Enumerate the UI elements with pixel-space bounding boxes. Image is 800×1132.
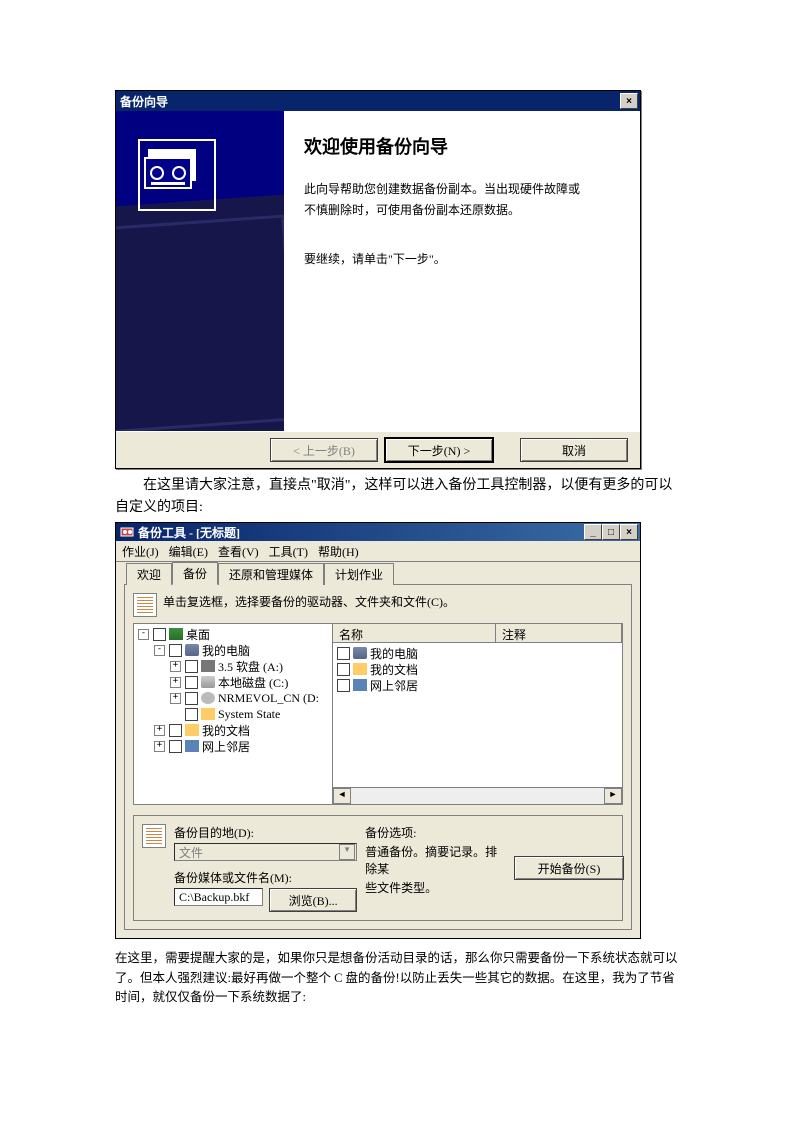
tree-network[interactable]: 网上邻居 <box>202 738 250 755</box>
wizard-title: 备份向导 <box>120 93 168 110</box>
tool-title: 备份工具 - [无标题] <box>138 524 240 541</box>
body-paragraph-2: 在这里，需要提醒大家的是，如果你只是想备份活动目录的话，那么你只需要备份一下系统… <box>115 949 685 1007</box>
wizard-sidebar-graphic <box>116 111 284 431</box>
floppy-icon <box>201 660 215 672</box>
tab-restore[interactable]: 还原和管理媒体 <box>218 563 324 585</box>
documents-icon <box>353 663 367 675</box>
list-scrollbar[interactable]: ◄► <box>333 787 622 804</box>
list-item-docs[interactable]: 我的文档 <box>370 661 418 678</box>
app-icon <box>120 525 134 539</box>
browse-button[interactable]: 浏览(B)... <box>269 888 357 912</box>
backup-tool-window: 备份工具 - [无标题] _ □ × 作业(J) 编辑(E) 查看(V) 工具(… <box>115 522 641 939</box>
wizard-continue-text: 要继续，请单击"下一步"。 <box>304 251 612 268</box>
network-icon <box>353 679 367 691</box>
chevron-down-icon: ▼ <box>339 844 355 860</box>
col-name[interactable]: 名称 <box>333 624 496 642</box>
document-icon <box>133 593 157 617</box>
menu-job[interactable]: 作业(J) <box>122 543 159 560</box>
tool-titlebar: 备份工具 - [无标题] _ □ × <box>116 523 640 541</box>
documents-icon <box>185 724 199 736</box>
opts-line2: 些文件类型。 <box>365 879 506 896</box>
pc-icon <box>353 647 367 659</box>
tree-local-c[interactable]: 本地磁盘 (C:) <box>218 674 288 691</box>
list-item-net[interactable]: 网上邻居 <box>370 677 418 694</box>
menu-edit[interactable]: 编辑(E) <box>169 543 208 560</box>
tab-schedule[interactable]: 计划作业 <box>324 563 394 585</box>
destination-group: 备份目的地(D): 文件 ▼ 备份媒体或文件名(M): C:\Backup.bk… <box>133 815 623 921</box>
menu-tools[interactable]: 工具(T) <box>269 543 308 560</box>
minimize-icon[interactable]: _ <box>584 524 602 540</box>
tree-my-documents[interactable]: 我的文档 <box>202 722 250 739</box>
system-state-icon <box>201 708 215 720</box>
tree-desktop[interactable]: 桌面 <box>186 626 210 643</box>
tree-my-computer[interactable]: 我的电脑 <box>202 642 250 659</box>
list-item-pc[interactable]: 我的电脑 <box>370 645 418 662</box>
cancel-button[interactable]: 取消 <box>520 438 628 462</box>
start-backup-button[interactable]: 开始备份(S) <box>514 856 624 880</box>
media-label: 备份媒体或文件名(M): <box>174 869 357 886</box>
next-button[interactable]: 下一步(N) > <box>384 437 494 463</box>
dest-combo: 文件 ▼ <box>174 843 357 861</box>
menubar: 作业(J) 编辑(E) 查看(V) 工具(T) 帮助(H) <box>116 541 640 562</box>
backup-wizard-dialog: 备份向导 × 欢迎使用备份向导 此向导帮助您创建数据 <box>115 90 641 469</box>
disk-icon <box>201 676 215 688</box>
pc-icon <box>185 644 199 656</box>
cd-icon <box>201 692 215 704</box>
wizard-desc-line1: 此向导帮助您创建数据备份副本。当出现硬件故障或 <box>304 181 612 198</box>
tape-icon <box>143 144 203 198</box>
opts-label: 备份选项: <box>365 824 506 841</box>
maximize-icon[interactable]: □ <box>602 524 620 540</box>
tree-cd[interactable]: NRMEVOL_CN (D: <box>218 691 319 706</box>
tree-pane[interactable]: - 桌面 - 我的电脑 + 3.5 软盘 (A:) + 本地磁盘 (C:) <box>134 624 333 804</box>
media-filename-input[interactable]: C:\Backup.bkf <box>174 888 263 906</box>
dest-label: 备份目的地(D): <box>174 824 357 841</box>
tab-backup[interactable]: 备份 <box>172 562 218 585</box>
document-icon <box>142 824 166 848</box>
col-comment[interactable]: 注释 <box>496 624 622 642</box>
close-icon[interactable]: × <box>620 524 638 540</box>
network-icon <box>185 740 199 752</box>
tab-welcome[interactable]: 欢迎 <box>126 563 172 585</box>
menu-view[interactable]: 查看(V) <box>218 543 259 560</box>
tabstrip: 欢迎 备份 还原和管理媒体 计划作业 <box>116 562 640 584</box>
close-icon[interactable]: × <box>620 93 638 109</box>
wizard-desc-line2: 不慎删除时，可使用备份副本还原数据。 <box>304 202 612 219</box>
menu-help[interactable]: 帮助(H) <box>318 543 359 560</box>
list-pane[interactable]: 名称 注释 我的电脑 我的文档 <box>333 624 622 804</box>
backup-tab-panel: 单击复选框，选择要备份的驱动器、文件夹和文件(C)。 - 桌面 - 我的电脑 +… <box>124 584 632 930</box>
wizard-heading: 欢迎使用备份向导 <box>304 133 612 159</box>
instruction-text: 单击复选框，选择要备份的驱动器、文件夹和文件(C)。 <box>163 593 455 610</box>
wizard-titlebar: 备份向导 × <box>116 91 640 111</box>
back-button: < 上一步(B) <box>270 438 378 462</box>
tree-system-state[interactable]: System State <box>218 707 280 722</box>
body-paragraph-1: 在这里请大家注意，直接点"取消"，这样可以进入备份工具控制器，以便有更多的可以自… <box>115 475 685 518</box>
opts-line1: 普通备份。摘要记录。排除某 <box>365 843 506 877</box>
desktop-icon <box>169 628 183 640</box>
tree-floppy[interactable]: 3.5 软盘 (A:) <box>218 658 283 675</box>
